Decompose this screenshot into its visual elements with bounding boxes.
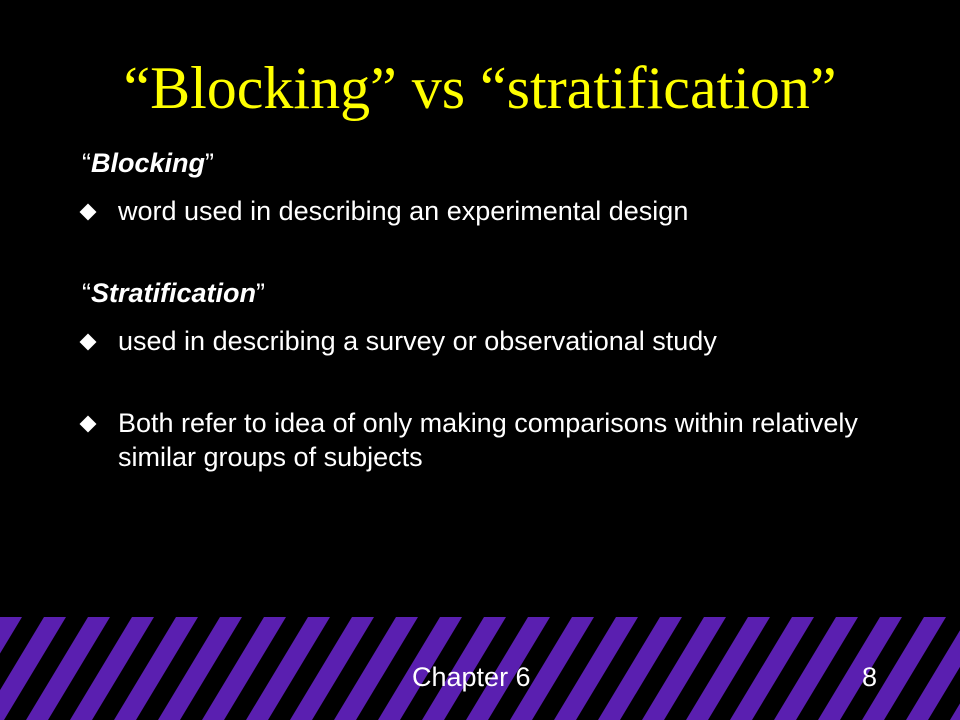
term-label: Stratification	[91, 278, 257, 308]
term-open-quote: “	[82, 148, 91, 178]
term-open-quote: “	[82, 278, 91, 308]
diamond-bullet-icon	[79, 203, 97, 221]
term-stratification: “Stratification”	[82, 276, 265, 310]
diamond-bullet-icon	[79, 415, 97, 433]
bullet-text: Both refer to idea of only making compar…	[118, 408, 858, 472]
slide-title: “Blocking” vs “stratification”	[123, 55, 837, 121]
term-close-quote: ”	[205, 148, 215, 178]
bullet-text: word used in describing an experimental …	[118, 196, 689, 226]
term-close-quote: ”	[256, 278, 266, 308]
footer-chapter-label: Chapter 6	[412, 662, 531, 692]
slide: “Blocking” vs “stratification” “Blocking…	[0, 0, 960, 720]
diamond-bullet-icon	[79, 333, 97, 351]
term-blocking: “Blocking”	[82, 146, 214, 180]
bullet-text: used in describing a survey or observati…	[118, 326, 717, 356]
term-label: Blocking	[91, 148, 206, 178]
slide-number: 8	[862, 662, 878, 692]
